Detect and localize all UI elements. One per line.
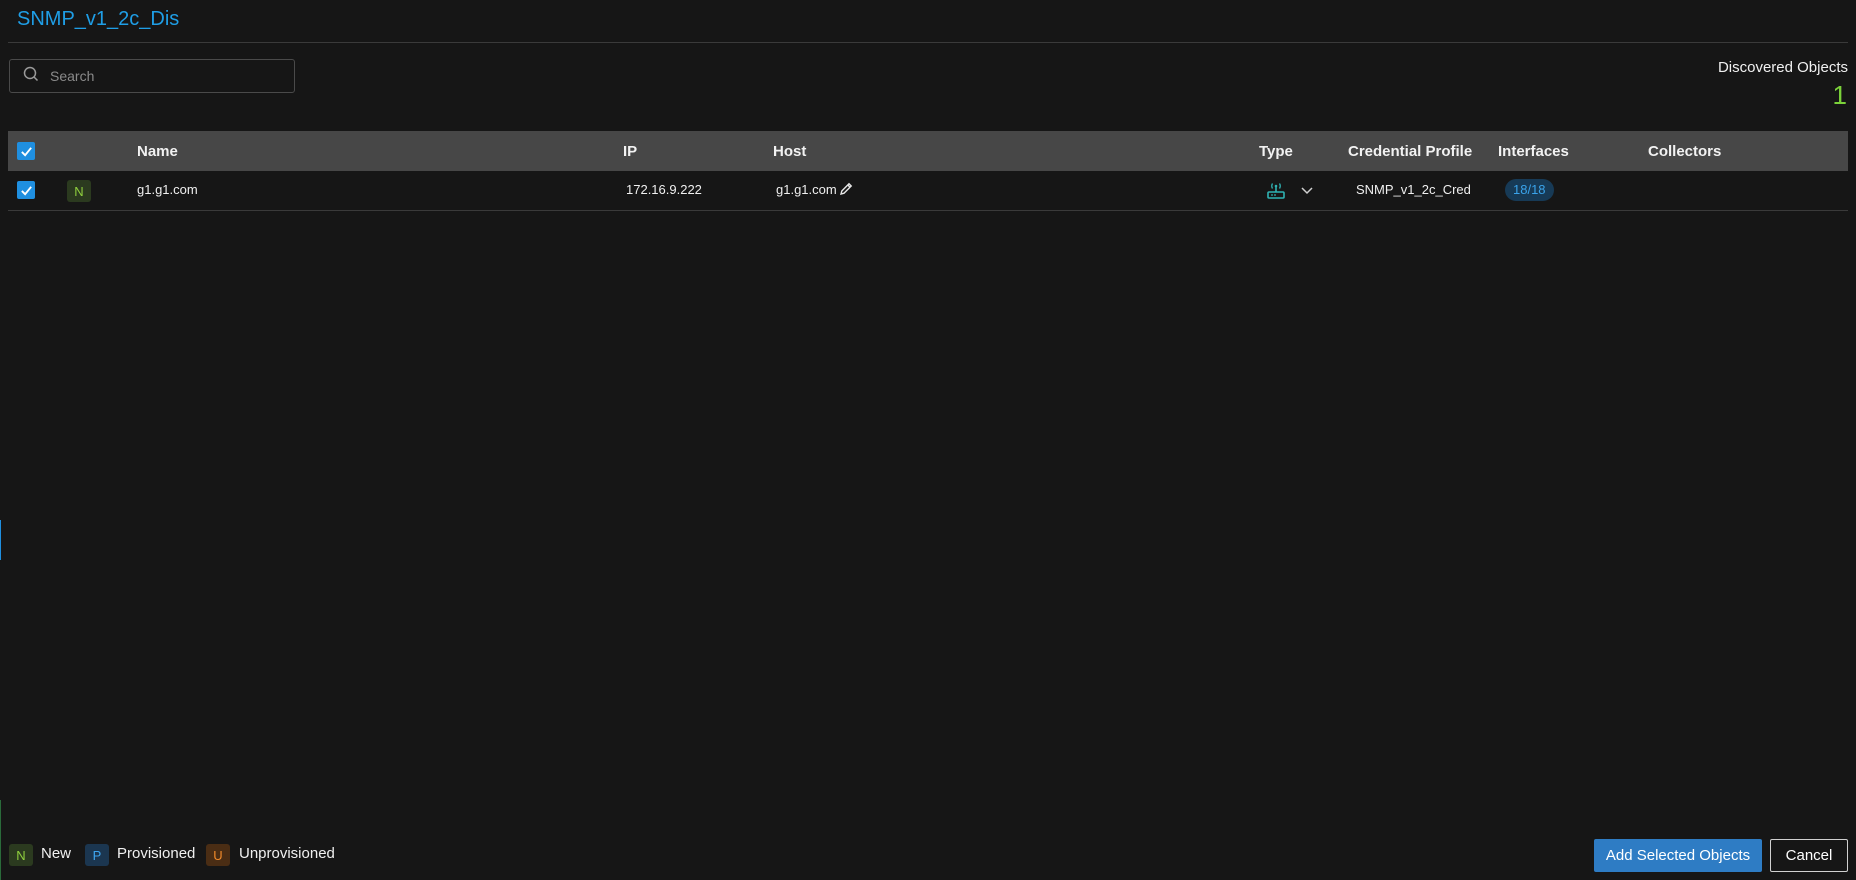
legend-provisioned-label: Provisioned <box>117 845 196 862</box>
column-type[interactable]: Type <box>1259 143 1293 160</box>
column-ip[interactable]: IP <box>623 143 637 160</box>
search-input[interactable] <box>48 67 282 85</box>
column-collectors[interactable]: Collectors <box>1648 143 1721 160</box>
status-badge: N <box>67 180 91 202</box>
legend-provisioned-badge: P <box>85 844 109 866</box>
edge-marker <box>0 800 1 880</box>
table-header: Name IP Host Type Credential Profile Int… <box>8 131 1848 171</box>
column-interfaces[interactable]: Interfaces <box>1498 143 1569 160</box>
header-divider <box>8 42 1848 43</box>
cell-host: g1.g1.com <box>776 182 837 197</box>
search-icon <box>23 66 39 87</box>
checkmark-icon <box>20 185 32 196</box>
discovered-objects-count: 1 <box>1832 80 1847 110</box>
search-box[interactable] <box>9 59 295 93</box>
edit-icon[interactable] <box>838 181 854 197</box>
edge-marker <box>0 520 1 560</box>
router-icon <box>1266 180 1286 200</box>
column-name[interactable]: Name <box>137 143 178 160</box>
interfaces-pill[interactable]: 18/18 <box>1505 179 1554 201</box>
cell-ip: 172.16.9.222 <box>626 182 702 197</box>
checkmark-icon <box>20 146 32 157</box>
legend-unprovisioned-label: Unprovisioned <box>239 845 335 862</box>
discovered-objects-label: Discovered Objects <box>1717 59 1848 76</box>
column-credential-profile[interactable]: Credential Profile <box>1348 143 1472 160</box>
legend-new-badge: N <box>9 844 33 866</box>
column-host[interactable]: Host <box>773 143 806 160</box>
type-dropdown-chevron-icon[interactable] <box>1300 183 1314 197</box>
row-checkbox[interactable] <box>17 181 35 199</box>
select-all-checkbox[interactable] <box>17 142 35 160</box>
legend-unprovisioned-badge: U <box>206 844 230 866</box>
legend-new-label: New <box>41 845 72 862</box>
cancel-button[interactable]: Cancel <box>1770 839 1848 872</box>
table-row[interactable]: N g1.g1.com 172.16.9.222 g1.g1.com SNMP_… <box>8 171 1848 211</box>
page-title: SNMP_v1_2c_Dis <box>17 8 180 30</box>
add-selected-objects-button[interactable]: Add Selected Objects <box>1594 839 1762 872</box>
cell-name: g1.g1.com <box>137 182 198 197</box>
cell-credential-profile: SNMP_v1_2c_Cred <box>1356 182 1471 197</box>
